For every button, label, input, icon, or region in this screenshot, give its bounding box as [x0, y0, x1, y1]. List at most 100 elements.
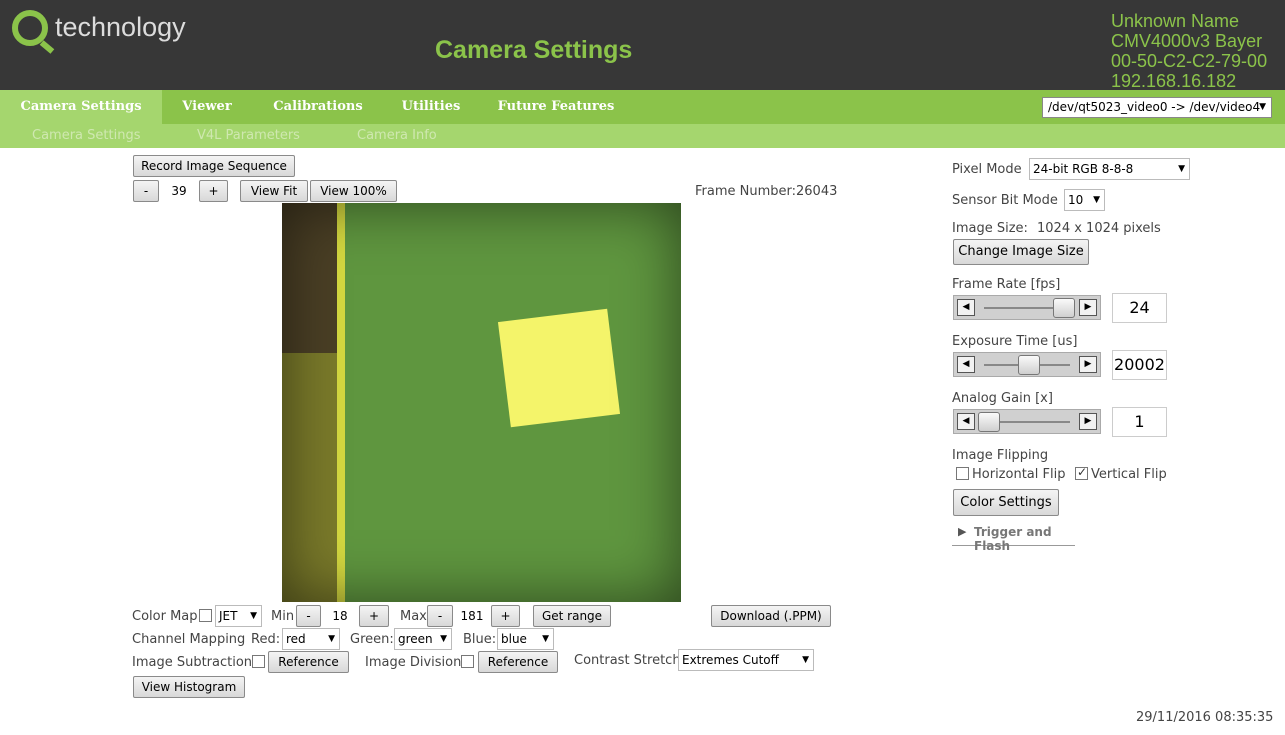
color-map-value: JET — [219, 609, 238, 623]
subnav-camera-info[interactable]: Camera Info — [357, 128, 437, 143]
device-select-value: /dev/qt5023_video0 -> /dev/video4 — [1048, 100, 1261, 114]
chevron-down-icon: ▼ — [1093, 195, 1100, 205]
sensor-bit-mode-select[interactable]: 10 ▼ — [1064, 189, 1105, 211]
download-ppm-button[interactable]: Download (.PPM) — [711, 605, 831, 627]
image-subtraction-checkbox[interactable] — [252, 655, 265, 668]
pixel-mode-label: Pixel Mode — [952, 162, 1022, 177]
arrow-left-icon[interactable]: ◀ — [957, 356, 975, 373]
device-mac: 00-50-C2-C2-79-00 — [1111, 51, 1268, 71]
blue-label: Blue: — [463, 632, 497, 647]
sub-nav: Camera Settings V4L Parameters Camera In… — [0, 124, 1285, 148]
view-histogram-button[interactable]: View Histogram — [133, 676, 245, 698]
image-size-value: 1024 x 1024 pixels — [1037, 221, 1161, 236]
division-reference-button[interactable]: Reference — [478, 651, 558, 673]
min-label: Min — [271, 609, 295, 624]
frame-rate-slider[interactable]: ◀ ▶ — [953, 295, 1101, 320]
subnav-camera-settings[interactable]: Camera Settings — [32, 128, 140, 143]
header: technology Camera Settings Unknown Name … — [0, 0, 1285, 91]
logo-text: technology — [55, 12, 186, 42]
frame-rate-value[interactable]: 24 — [1112, 293, 1167, 323]
green-channel-select[interactable]: green ▼ — [394, 628, 452, 650]
arrow-right-icon[interactable]: ▶ — [1079, 413, 1097, 430]
color-settings-button[interactable]: Color Settings — [953, 489, 1059, 516]
min-plus-button[interactable]: + — [359, 605, 389, 627]
image-vignette — [282, 203, 681, 602]
tab-calibrations[interactable]: Calibrations — [262, 90, 374, 124]
max-value[interactable]: 181 — [454, 605, 490, 627]
slider-thumb[interactable] — [978, 412, 1000, 432]
vertical-flip-checkbox[interactable] — [1075, 465, 1088, 480]
change-image-size-button[interactable]: Change Image Size — [953, 239, 1089, 265]
image-division-label: Image Division — [365, 655, 462, 670]
image-division-checkbox[interactable] — [461, 655, 474, 668]
device-sensor: CMV4000v3 Bayer — [1111, 31, 1263, 51]
view-fit-button[interactable]: View Fit — [240, 180, 308, 202]
get-range-button[interactable]: Get range — [533, 605, 611, 627]
tab-utilities[interactable]: Utilities — [392, 90, 470, 124]
view-100-button[interactable]: View 100% — [310, 180, 397, 202]
horizontal-flip-checkbox[interactable] — [956, 467, 969, 480]
pixel-mode-value: 24-bit RGB 8-8-8 — [1033, 162, 1134, 176]
device-name: Unknown Name — [1111, 11, 1240, 31]
red-channel-value: red — [286, 632, 306, 646]
q-logo-icon — [12, 10, 48, 46]
zoom-plus-button[interactable]: + — [199, 180, 228, 202]
page-title: Camera Settings — [435, 36, 633, 64]
triangle-right-icon: ▶ — [958, 525, 967, 538]
blue-channel-select[interactable]: blue ▼ — [497, 628, 554, 650]
analog-gain-label: Analog Gain [x] — [952, 391, 1053, 406]
analog-gain-slider[interactable]: ◀ ▶ — [953, 409, 1101, 434]
color-map-checkbox[interactable] — [199, 609, 212, 622]
image-subtraction-label: Image Subtraction — [132, 655, 253, 670]
slider-thumb[interactable] — [1017, 355, 1040, 375]
max-plus-button[interactable]: + — [491, 605, 520, 627]
subnav-v4l-parameters[interactable]: V4L Parameters — [197, 128, 300, 143]
contrast-stretch-label: Contrast Stretch — [574, 653, 681, 668]
device-info: Unknown Name CMV4000v3 Bayer 00-50-C2-C2… — [1111, 11, 1267, 91]
max-label: Max — [400, 609, 427, 624]
min-value[interactable]: 18 — [322, 605, 358, 627]
blue-channel-value: blue — [501, 632, 527, 646]
trigger-flash-toggle[interactable]: ▶ Trigger and Flash — [952, 523, 1075, 553]
image-flipping-label: Image Flipping — [952, 448, 1049, 463]
chevron-down-icon: ▼ — [1259, 102, 1266, 112]
sensor-bit-mode-value: 10 — [1068, 193, 1084, 207]
image-size-label: Image Size: — [952, 221, 1028, 236]
camera-image[interactable] — [282, 203, 681, 602]
channel-mapping-label: Channel Mapping — [132, 632, 246, 647]
frame-rate-label: Frame Rate [fps] — [952, 277, 1061, 292]
pixel-mode-select[interactable]: 24-bit RGB 8-8-8 ▼ — [1029, 158, 1190, 180]
green-channel-value: green — [398, 632, 433, 646]
max-minus-button[interactable]: - — [427, 605, 453, 627]
color-map-select[interactable]: JET ▼ — [215, 605, 262, 627]
chevron-down-icon: ▼ — [328, 634, 335, 644]
zoom-minus-button[interactable]: - — [133, 180, 159, 202]
arrow-left-icon[interactable]: ◀ — [957, 299, 975, 316]
arrow-left-icon[interactable]: ◀ — [957, 413, 975, 430]
arrow-right-icon[interactable]: ▶ — [1079, 356, 1097, 373]
chevron-down-icon: ▼ — [1178, 164, 1185, 174]
analog-gain-value[interactable]: 1 — [1112, 407, 1167, 437]
tab-camera-settings[interactable]: Camera Settings — [0, 90, 162, 124]
frame-number: Frame Number:26043 — [695, 184, 838, 199]
contrast-stretch-value: Extremes Cutoff — [682, 653, 779, 667]
arrow-right-icon[interactable]: ▶ — [1079, 299, 1097, 316]
subtraction-reference-button[interactable]: Reference — [268, 651, 349, 673]
device-select[interactable]: /dev/qt5023_video0 -> /dev/video4 ▼ — [1042, 97, 1272, 118]
contrast-stretch-select[interactable]: Extremes Cutoff ▼ — [678, 649, 814, 671]
min-minus-button[interactable]: - — [296, 605, 321, 627]
exposure-time-value[interactable]: 20002 — [1112, 350, 1167, 380]
zoom-value[interactable]: 39 — [162, 180, 196, 202]
trigger-flash-label: Trigger and Flash — [974, 525, 1052, 553]
slider-thumb[interactable] — [1052, 298, 1075, 318]
horizontal-flip-label: Horizontal Flip — [972, 467, 1066, 482]
record-sequence-button[interactable]: Record Image Sequence — [133, 155, 295, 177]
tab-viewer[interactable]: Viewer — [162, 90, 252, 124]
device-ip: 192.168.16.182 — [1111, 71, 1237, 91]
red-channel-select[interactable]: red ▼ — [282, 628, 340, 650]
red-label: Red: — [251, 632, 281, 647]
chevron-down-icon: ▼ — [440, 634, 447, 644]
timestamp: 29/11/2016 08:35:35 — [1136, 710, 1274, 725]
exposure-time-slider[interactable]: ◀ ▶ — [953, 352, 1101, 377]
tab-future-features[interactable]: Future Features — [494, 90, 618, 124]
